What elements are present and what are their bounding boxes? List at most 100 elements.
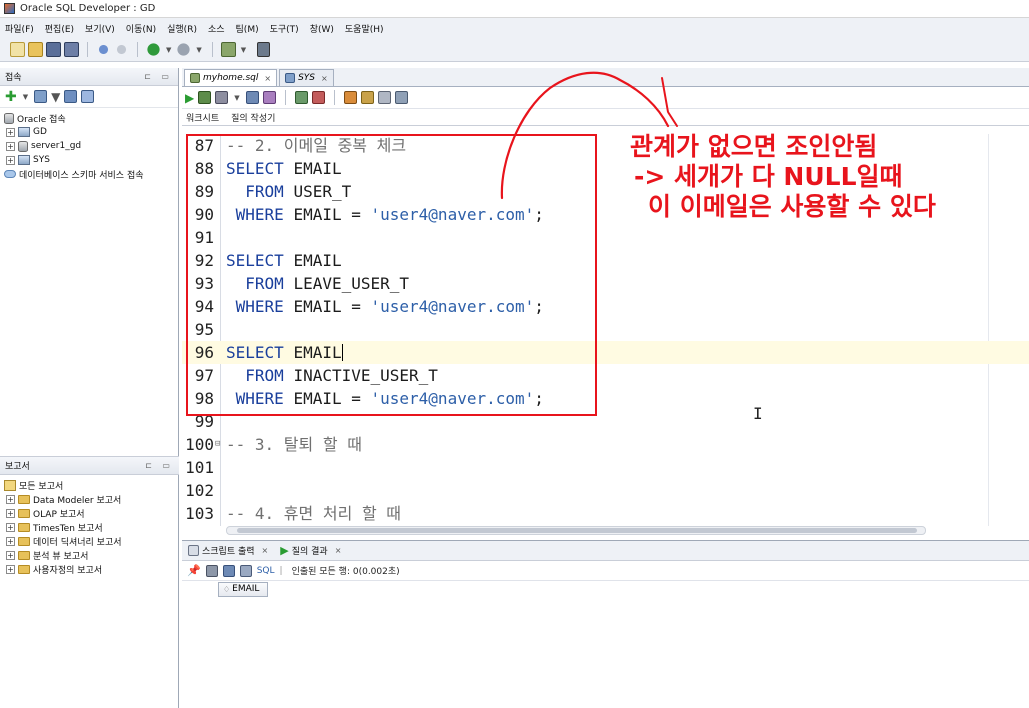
- commit-icon[interactable]: [215, 91, 229, 104]
- code-line[interactable]: 102: [182, 479, 1029, 502]
- tab-myhome-sql[interactable]: myhome.sql ×: [184, 69, 278, 86]
- menu-window[interactable]: 창(W): [310, 22, 334, 35]
- forward-icon[interactable]: [176, 42, 192, 57]
- tab-query-builder[interactable]: 질의 작성기: [231, 111, 275, 124]
- unshared-worksheet-icon[interactable]: [343, 91, 357, 104]
- clear-icon[interactable]: [377, 91, 391, 104]
- connections-panel-header: 접속 ⊏ ▭: [0, 68, 178, 86]
- binoculars-icon[interactable]: [257, 42, 271, 57]
- column-header-email[interactable]: ♢ EMAIL: [218, 581, 269, 597]
- tree-item-all-reports[interactable]: 모든 보고서: [4, 478, 179, 492]
- tab-worksheet[interactable]: 워크시트: [186, 111, 219, 124]
- fold-toggle-icon[interactable]: ⊟: [215, 433, 220, 456]
- rollback-icon[interactable]: [311, 91, 325, 104]
- tab-query-result[interactable]: ▶ 질의 결과 ×: [277, 544, 344, 557]
- expand-icon[interactable]: +: [6, 127, 15, 137]
- tree-item-label: Data Modeler 보고서: [33, 495, 122, 506]
- menu-source[interactable]: 소스: [208, 22, 225, 35]
- close-icon[interactable]: ×: [321, 74, 328, 83]
- expand-icon[interactable]: +: [6, 564, 15, 574]
- expand-icon[interactable]: +: [6, 494, 15, 504]
- horizontal-scrollbar[interactable]: [226, 526, 926, 535]
- tree-item-data-modeler-reports[interactable]: + Data Modeler 보고서: [4, 492, 179, 506]
- run-script-icon[interactable]: [198, 91, 212, 104]
- chevron-down-icon[interactable]: ▼: [241, 46, 246, 54]
- tree-item-server1-gd[interactable]: + server1_gd: [4, 139, 178, 153]
- format-icon[interactable]: [360, 91, 374, 104]
- chevron-down-icon[interactable]: ▼: [166, 46, 171, 54]
- tree-item-analytic-view-reports[interactable]: + 분석 뷰 보고서: [4, 548, 179, 562]
- database-icon: [18, 140, 28, 152]
- tree-item-oracle-connections[interactable]: Oracle 접속: [4, 111, 178, 125]
- scrollbar-thumb[interactable]: [237, 528, 917, 533]
- refresh-grid-icon[interactable]: [222, 564, 235, 577]
- filter-icon[interactable]: ▼: [51, 90, 60, 104]
- expand-icon[interactable]: +: [6, 550, 15, 560]
- tree-item-cloud-connections[interactable]: 데이터베이스 스키마 서비스 접속: [4, 167, 178, 181]
- expand-icon[interactable]: +: [6, 508, 15, 518]
- tab-script-output[interactable]: 스크립트 출력 ×: [185, 544, 271, 557]
- sql-link[interactable]: SQL: [257, 566, 275, 576]
- tree-item-label: 데이터베이스 스키마 서비스 접속: [19, 170, 144, 181]
- tree-item-sys[interactable]: + SYS: [4, 153, 178, 167]
- close-icon[interactable]: ×: [335, 546, 342, 555]
- autotrace-icon[interactable]: [262, 91, 276, 104]
- save-icon[interactable]: [46, 42, 61, 57]
- menu-navigate[interactable]: 이동(N): [126, 22, 156, 35]
- tree-item-olap-reports[interactable]: + OLAP 보고서: [4, 506, 179, 520]
- code-text: -- 3. 탈퇴 할 때: [226, 433, 362, 456]
- panel-minimize-icon[interactable]: ⊏ ▭: [145, 461, 174, 470]
- reports-tree: 모든 보고서 + Data Modeler 보고서 + OLAP 보고서 + T…: [0, 475, 179, 576]
- menu-team[interactable]: 팀(M): [236, 22, 259, 35]
- print-icon[interactable]: [205, 564, 218, 577]
- new-file-icon[interactable]: [10, 42, 25, 57]
- export-icon[interactable]: [239, 564, 252, 577]
- code-line[interactable]: 101: [182, 456, 1029, 479]
- tree-item-label: 분석 뷰 보고서: [33, 551, 89, 562]
- tab-sys[interactable]: SYS ×: [279, 69, 334, 86]
- tree-item-timesten-reports[interactable]: + TimesTen 보고서: [4, 520, 179, 534]
- close-icon[interactable]: ×: [264, 74, 271, 83]
- chevron-down-icon[interactable]: ▼: [23, 93, 28, 101]
- menu-view[interactable]: 보기(V): [85, 22, 115, 35]
- chevron-down-icon[interactable]: ▼: [196, 46, 201, 54]
- chevron-down-icon[interactable]: ▼: [234, 94, 239, 102]
- redo-icon[interactable]: [114, 42, 129, 57]
- pin-icon[interactable]: 📌: [187, 564, 201, 577]
- sql-worksheet-icon[interactable]: [220, 42, 236, 57]
- schema-browser-icon[interactable]: [64, 90, 78, 103]
- panel-minimize-icon[interactable]: ⊏ ▭: [144, 72, 173, 81]
- code-text: -- 4. 휴면 처리 할 때: [226, 502, 401, 525]
- close-icon[interactable]: ×: [262, 546, 269, 555]
- code-line[interactable]: 103 -- 4. 휴면 처리 할 때: [182, 502, 1029, 525]
- expand-icon[interactable]: +: [6, 536, 15, 546]
- commit-transaction-icon[interactable]: [294, 91, 308, 104]
- add-connection-icon[interactable]: ✚: [5, 89, 17, 105]
- expand-icon[interactable]: +: [6, 141, 15, 151]
- sql-history-icon[interactable]: [394, 91, 408, 104]
- code-line[interactable]: 100 ⊟ -- 3. 탈퇴 할 때: [182, 433, 1029, 456]
- tree-item-data-dictionary-reports[interactable]: + 데이터 딕셔너리 보고서: [4, 534, 179, 548]
- collapse-icon[interactable]: [81, 90, 95, 103]
- menu-tools[interactable]: 도구(T): [270, 22, 299, 35]
- undo-icon[interactable]: [96, 42, 111, 57]
- refresh-icon[interactable]: [34, 90, 48, 103]
- tab-label: 스크립트 출력: [202, 547, 255, 557]
- menu-bar: 파일(F) 편집(E) 보기(V) 이동(N) 실행(R) 소스 팀(M) 도구…: [0, 18, 1029, 38]
- expand-icon[interactable]: +: [6, 155, 15, 165]
- menu-file[interactable]: 파일(F): [5, 22, 34, 35]
- run-statement-icon[interactable]: ▶: [185, 91, 194, 105]
- menu-edit[interactable]: 편집(E): [45, 22, 74, 35]
- menu-help[interactable]: 도움말(H): [345, 22, 384, 35]
- tree-item-user-defined-reports[interactable]: + 사용자정의 보고서: [4, 562, 179, 576]
- save-all-icon[interactable]: [64, 42, 79, 57]
- expand-icon[interactable]: +: [6, 522, 15, 532]
- folder-icon: [18, 564, 30, 574]
- explain-plan-icon[interactable]: [245, 91, 259, 104]
- open-folder-icon[interactable]: [28, 42, 43, 57]
- database-icon: [4, 112, 14, 124]
- back-icon[interactable]: [146, 42, 161, 57]
- connection-icon: [18, 155, 30, 165]
- tree-item-gd[interactable]: + GD: [4, 125, 178, 139]
- menu-run[interactable]: 실행(R): [167, 22, 197, 35]
